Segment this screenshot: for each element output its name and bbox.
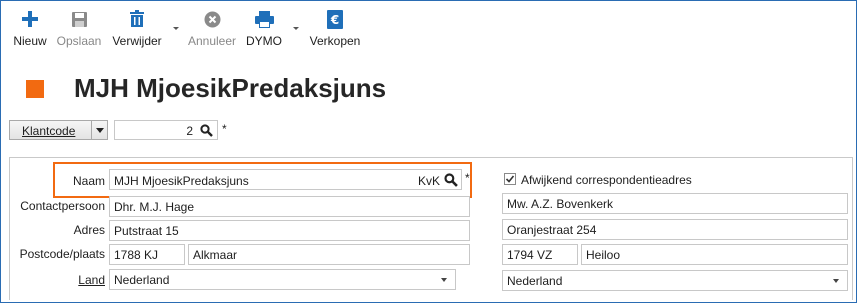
address-label: Adres [73, 223, 105, 237]
delete-button[interactable]: Verwijder [111, 9, 163, 48]
search-icon[interactable] [200, 124, 213, 140]
cancel-button[interactable]: Annuleer [187, 9, 237, 48]
cancel-circle-icon [187, 9, 237, 29]
plus-icon [13, 9, 47, 29]
chevron-down-icon [441, 278, 447, 282]
corr-country-value: Nederland [507, 274, 563, 288]
corr-address-value: Oranjestraat 254 [507, 223, 597, 237]
sell-button[interactable]: € Verkopen [308, 9, 362, 48]
euro-document-icon: € [308, 9, 362, 29]
corr-contact-value: Mw. A.Z. Bovenkerk [507, 197, 614, 211]
contact-value: Dhr. M.J. Hage [114, 200, 195, 214]
corr-postcode-field[interactable]: 1794 VZ [502, 244, 578, 265]
correspondence-checkbox[interactable] [504, 173, 516, 185]
delete-dropdown-caret-icon[interactable] [173, 27, 179, 30]
city-value: Alkmaar [193, 248, 238, 262]
window-frame: Nieuw Opslaan Verwijder Annuleer DYMO € … [0, 0, 857, 303]
chevron-down-icon [96, 128, 104, 133]
floppy-disk-icon [56, 9, 102, 29]
search-icon[interactable] [444, 173, 458, 190]
country-select[interactable]: Nederland [109, 269, 456, 290]
new-button[interactable]: Nieuw [13, 9, 47, 48]
new-label: Nieuw [13, 34, 47, 48]
select-separator [91, 121, 92, 139]
corr-city-field[interactable]: Heiloo [581, 244, 848, 265]
correspondence-checkbox-label[interactable]: Afwijkend correspondentieadres [521, 173, 692, 187]
name-required-mark: * [465, 171, 470, 185]
toolbar: Nieuw Opslaan Verwijder Annuleer DYMO € … [1, 1, 856, 55]
required-mark: * [222, 122, 227, 136]
dymo-label: DYMO [246, 34, 282, 48]
delete-label: Verwijder [112, 34, 162, 48]
save-button[interactable]: Opslaan [56, 9, 102, 48]
code-type-label: Klantcode [22, 124, 76, 138]
page-title: MJH MjoesikPredaksjuns [74, 73, 387, 103]
printer-icon [246, 9, 282, 29]
name-field[interactable]: MJH MjoesikPredaksjuns KvK [109, 169, 462, 190]
corr-country-select[interactable]: Nederland [502, 270, 848, 291]
sell-label: Verkopen [309, 34, 361, 48]
code-type-select[interactable]: Klantcode [9, 120, 108, 140]
kvk-lookup-label[interactable]: KvK [418, 174, 440, 188]
postcode-value: 1788 KJ [114, 248, 159, 262]
postcode-label: Postcode/plaats [19, 247, 105, 261]
country-value: Nederland [114, 273, 170, 287]
name-label: Naam [72, 174, 105, 188]
name-value: MJH MjoesikPredaksjuns [114, 174, 249, 188]
chevron-down-icon [833, 279, 839, 283]
trash-icon [111, 9, 163, 29]
corr-postcode-value: 1794 VZ [507, 248, 553, 262]
dymo-dropdown-caret-icon[interactable] [293, 27, 299, 30]
dymo-button[interactable]: DYMO [246, 9, 282, 48]
corr-address-field[interactable]: Oranjestraat 254 [502, 219, 848, 240]
postcode-field[interactable]: 1788 KJ [109, 244, 185, 265]
corr-city-value: Heiloo [586, 248, 621, 262]
svg-text:€: € [330, 13, 339, 27]
address-field[interactable]: Putstraat 15 [109, 220, 470, 241]
country-label[interactable]: Land [9, 273, 105, 287]
address-value: Putstraat 15 [114, 224, 179, 238]
cancel-label: Annuleer [187, 34, 237, 48]
corr-contact-field[interactable]: Mw. A.Z. Bovenkerk [502, 193, 848, 214]
city-field[interactable]: Alkmaar [188, 244, 470, 265]
code-value: 2 [186, 124, 193, 138]
title-color-square [26, 80, 44, 98]
contact-label: Contactpersoon [20, 199, 105, 213]
contact-field[interactable]: Dhr. M.J. Hage [109, 196, 470, 217]
checkmark-icon [505, 175, 515, 183]
save-label: Opslaan [56, 34, 102, 48]
code-input[interactable]: 2 [114, 120, 218, 140]
